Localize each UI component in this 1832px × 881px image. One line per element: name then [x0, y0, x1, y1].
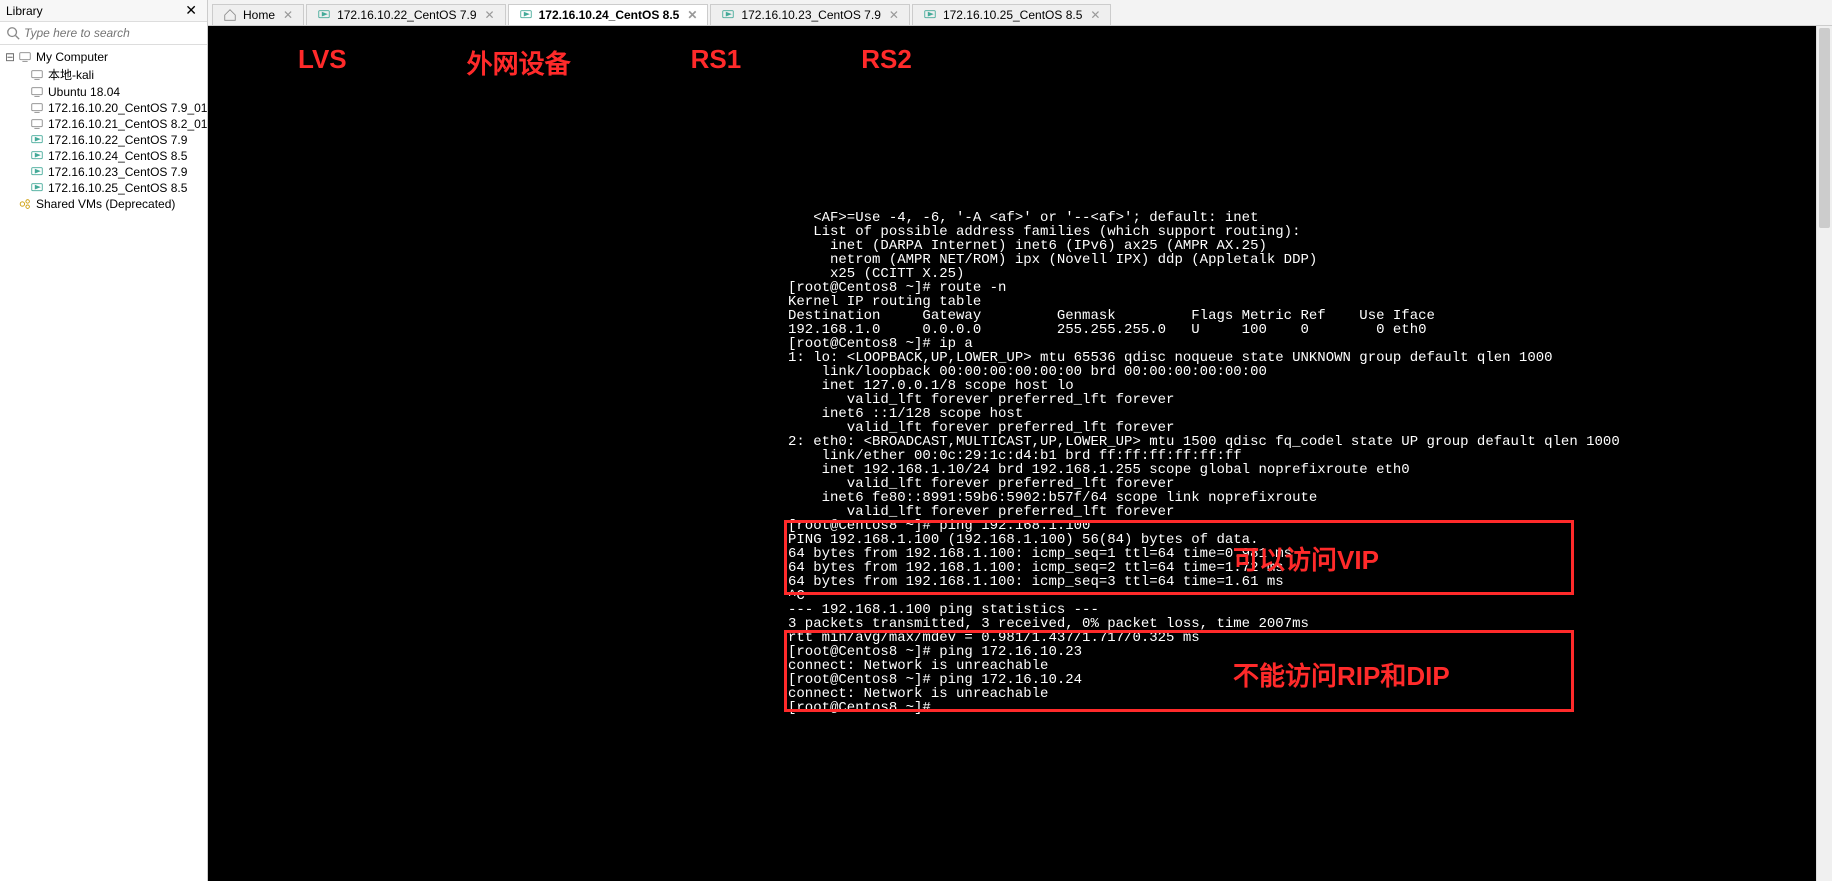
tab-vm[interactable]: 172.16.10.22_CentOS 7.9 ✕: [306, 4, 506, 25]
search-container: [0, 22, 207, 45]
shared-label: Shared VMs (Deprecated): [36, 197, 175, 211]
tree-root-my-computer[interactable]: ⊟ My Computer: [0, 49, 207, 65]
tab-label: Home: [243, 8, 275, 22]
search-icon: [6, 26, 20, 40]
vm-label: 172.16.10.25_CentOS 8.5: [48, 181, 187, 195]
annotation-text-rip-dip: 不能访问RIP和DIP: [1233, 656, 1450, 693]
vm-item[interactable]: Ubuntu 18.04: [0, 84, 207, 100]
computer-icon: [18, 50, 32, 64]
tab-close-icon[interactable]: ✕: [1090, 8, 1100, 22]
label-wan: 外网设备: [467, 44, 571, 81]
label-rs2: RS2: [861, 44, 912, 81]
vm-label: Ubuntu 18.04: [48, 85, 120, 99]
vm-item[interactable]: 172.16.10.25_CentOS 8.5: [0, 180, 207, 196]
label-lvs: LVS: [298, 44, 347, 81]
vm-label: 172.16.10.23_CentOS 7.9: [48, 165, 187, 179]
tree-root-label: My Computer: [36, 50, 108, 64]
tab-home[interactable]: Home ✕: [212, 4, 304, 25]
annotation-text-vip: 可以访问VIP: [1233, 540, 1379, 577]
tree-shared-vms[interactable]: Shared VMs (Deprecated): [0, 196, 207, 212]
tab-vm-active[interactable]: 172.16.10.24_CentOS 8.5 ✕: [508, 4, 709, 25]
vm-off-icon: [30, 117, 44, 131]
annotation-box-rip-dip: [784, 630, 1574, 712]
tab-label: 172.16.10.22_CentOS 7.9: [337, 8, 476, 22]
terminal-pane[interactable]: LVS 外网设备 RS1 RS2 <AF>=Use -4, -6, '-A <a…: [208, 26, 1832, 881]
vm-label: 172.16.10.20_CentOS 7.9_01_Snap: [48, 101, 207, 115]
vm-on-icon: [721, 8, 735, 22]
vm-label: 172.16.10.24_CentOS 8.5: [48, 149, 187, 163]
tab-bar: Home ✕ 172.16.10.22_CentOS 7.9 ✕ 172.16.…: [208, 0, 1832, 26]
tab-label: 172.16.10.24_CentOS 8.5: [539, 8, 680, 22]
vm-label: 172.16.10.22_CentOS 7.9: [48, 133, 187, 147]
sidebar-close-icon[interactable]: ✕: [181, 2, 201, 19]
tab-label: 172.16.10.25_CentOS 8.5: [943, 8, 1082, 22]
sidebar-title: Library: [6, 4, 43, 18]
vm-on-icon: [317, 8, 331, 22]
tab-vm[interactable]: 172.16.10.25_CentOS 8.5 ✕: [912, 4, 1112, 25]
vm-item[interactable]: 172.16.10.23_CentOS 7.9: [0, 164, 207, 180]
tab-close-icon[interactable]: ✕: [687, 8, 697, 22]
library-tree: ⊟ My Computer 本地-kali Ubuntu 18.04 172.1…: [0, 45, 207, 881]
vm-off-icon: [30, 85, 44, 99]
tab-label: 172.16.10.23_CentOS 7.9: [741, 8, 880, 22]
sidebar-header: Library ✕: [0, 0, 207, 22]
main-area: Home ✕ 172.16.10.22_CentOS 7.9 ✕ 172.16.…: [208, 0, 1832, 881]
home-icon: [223, 8, 237, 22]
annotation-box-vip: [784, 520, 1574, 595]
shared-icon: [18, 197, 32, 211]
vm-on-icon: [30, 133, 44, 147]
vm-item[interactable]: 172.16.10.20_CentOS 7.9_01_Snap: [0, 100, 207, 116]
vm-item[interactable]: 本地-kali: [0, 65, 207, 84]
vm-item[interactable]: 172.16.10.24_CentOS 8.5: [0, 148, 207, 164]
chevron-down-icon[interactable]: ⊟: [4, 50, 16, 64]
vm-on-icon: [30, 149, 44, 163]
tab-close-icon[interactable]: ✕: [889, 8, 899, 22]
app-root: Library ✕ ⊟ My Computer 本地-kali Ubuntu 1…: [0, 0, 1832, 881]
vm-off-icon: [30, 101, 44, 115]
vm-on-icon: [30, 181, 44, 195]
column-labels: LVS 外网设备 RS1 RS2: [298, 44, 912, 81]
vm-label: 172.16.10.21_CentOS 8.2_01_Snap: [48, 117, 207, 131]
tab-close-icon[interactable]: ✕: [283, 8, 293, 22]
scrollbar-thumb[interactable]: [1819, 28, 1830, 228]
vm-item[interactable]: 172.16.10.21_CentOS 8.2_01_Snap: [0, 116, 207, 132]
vm-off-icon: [30, 68, 44, 82]
vm-label: 本地-kali: [48, 66, 94, 83]
label-rs1: RS1: [691, 44, 742, 81]
vertical-scrollbar[interactable]: [1816, 26, 1832, 881]
search-input[interactable]: [24, 26, 201, 40]
tab-close-icon[interactable]: ✕: [485, 8, 495, 22]
vm-on-icon: [519, 8, 533, 22]
sidebar: Library ✕ ⊟ My Computer 本地-kali Ubuntu 1…: [0, 0, 208, 881]
vm-on-icon: [923, 8, 937, 22]
vm-item[interactable]: 172.16.10.22_CentOS 7.9: [0, 132, 207, 148]
tab-vm[interactable]: 172.16.10.23_CentOS 7.9 ✕: [710, 4, 910, 25]
vm-on-icon: [30, 165, 44, 179]
